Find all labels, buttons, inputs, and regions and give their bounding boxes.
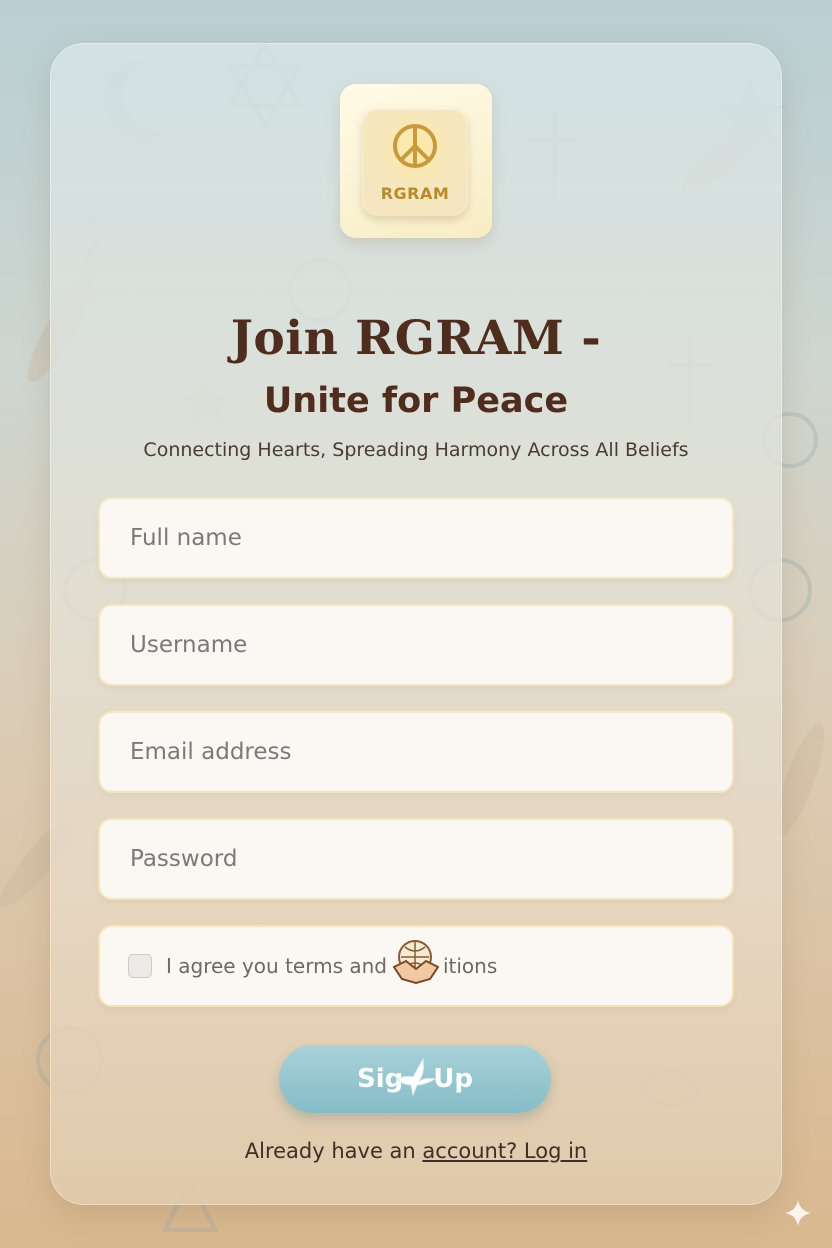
email-field-box [100,713,732,791]
login-link[interactable]: account? Log in [422,1139,587,1163]
password-field-box [100,820,732,898]
terms-checkbox[interactable] [128,954,152,978]
signup-card: RGRAM Join RGRAM - Unite for Peace Conne… [50,43,782,1205]
dove-icon [396,1057,437,1097]
logo-badge: RGRAM [362,108,468,216]
login-prompt: Already have an account? Log in [50,1139,782,1163]
email-input[interactable] [128,738,704,766]
peace-sign-icon [393,124,437,168]
terms-label-suffix: itions [442,954,498,978]
app-logo: RGRAM [340,84,492,238]
sign-up-button[interactable]: Sig Up [279,1045,551,1113]
logo-text: RGRAM [380,184,450,203]
full-name-field-box [100,499,732,577]
page-title: Join RGRAM - [230,311,602,366]
handshake-globe-icon [392,940,440,985]
full-name-input[interactable] [128,524,704,552]
terms-label: I agree you terms and [166,954,387,978]
sparkle-icon [785,1200,811,1226]
username-input[interactable] [128,631,704,659]
login-prompt-text: Already have an [244,1139,416,1163]
terms-row[interactable]: I agree you terms and itions [100,927,732,1005]
tagline: Connecting Hearts, Spreading Harmony Acr… [143,439,689,461]
page-subtitle: Unite for Peace [263,381,569,421]
username-field-box [100,606,732,684]
sign-up-label-end: Up [433,1064,473,1094]
password-input[interactable] [128,845,704,873]
